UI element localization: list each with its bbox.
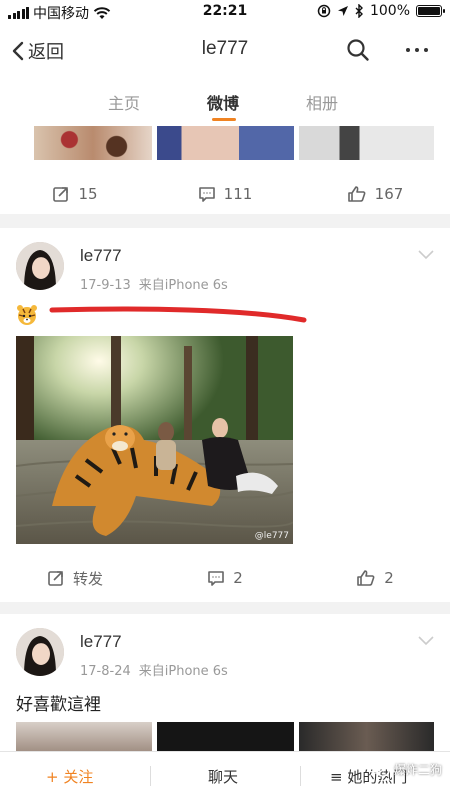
divider: [150, 766, 151, 786]
red-highlight-underline: [49, 306, 307, 323]
more-options-button[interactable]: [406, 48, 428, 52]
chat-button[interactable]: 聊天: [208, 766, 238, 787]
repost-button[interactable]: 转发: [0, 558, 150, 598]
tiger-emoji-icon: [17, 305, 37, 325]
post-actions: 15 111 167: [0, 174, 450, 214]
comment-icon: [198, 187, 215, 202]
thumbs-up-icon: [347, 186, 366, 202]
like-count: 2: [384, 569, 394, 587]
previous-post-card: 15 111 167: [0, 126, 450, 214]
repost-icon: [48, 571, 63, 586]
divider: [300, 766, 301, 786]
tab-album[interactable]: 相册: [306, 90, 338, 114]
photo-thumbnail[interactable]: [299, 126, 434, 160]
active-tab-indicator: [212, 118, 236, 121]
post-meta: 17-9-13 来自iPhone 6s: [80, 274, 228, 293]
post-username[interactable]: le777: [80, 246, 122, 266]
page-title: le777: [201, 38, 249, 59]
repost-label: 转发: [72, 569, 103, 588]
photo-thumbnail[interactable]: [157, 722, 294, 752]
search-icon: [347, 39, 369, 61]
profile-tabs: 主页 微博 相册: [0, 76, 450, 126]
avatar[interactable]: [16, 628, 64, 676]
like-button[interactable]: 2: [300, 558, 450, 598]
post-username[interactable]: le777: [80, 632, 122, 652]
comment-icon: [208, 571, 225, 586]
post-photo[interactable]: @le777: [16, 336, 293, 544]
follow-button[interactable]: + 关注: [46, 766, 93, 787]
post-source: 来自iPhone 6s: [138, 278, 228, 293]
photo-watermark: @le777: [254, 531, 289, 541]
rotation-lock-icon: [317, 4, 331, 18]
post-source: 来自iPhone 6s: [138, 664, 228, 679]
post-date: 17-9-13: [80, 278, 131, 293]
tab-weibo[interactable]: 微博: [207, 90, 239, 114]
wechat-logo-icon: [367, 760, 390, 777]
thumbs-up-icon: [357, 570, 375, 586]
post-date: 17-8-24: [80, 664, 131, 679]
post-card: le777 17-9-13 来自iPhone 6s @le777 转发 2 2: [0, 228, 450, 602]
overlay-watermark: 爆炸二狗: [367, 760, 442, 778]
comment-button[interactable]: 111: [150, 174, 300, 214]
photo-thumbnail[interactable]: [16, 722, 152, 752]
status-bar: 中国移动 22:21 100%: [0, 0, 450, 24]
comment-count: 2: [233, 569, 243, 587]
battery-icon: [416, 5, 445, 17]
battery-percent: 100%: [369, 3, 410, 19]
location-arrow-icon: [337, 6, 348, 16]
avatar[interactable]: [16, 242, 64, 290]
repost-button[interactable]: 15: [0, 174, 150, 214]
search-button[interactable]: [346, 38, 370, 66]
post-text: 好喜歡這裡: [16, 695, 101, 715]
post-meta: 17-8-24 来自iPhone 6s: [80, 660, 228, 679]
watermark-text: 爆炸二狗: [393, 762, 442, 777]
navigation-bar: 返回 le777: [0, 24, 450, 76]
repost-icon: [53, 187, 69, 202]
comment-count: 111: [223, 185, 253, 203]
like-count: 167: [374, 185, 404, 203]
chevron-down-icon[interactable]: [418, 636, 434, 646]
chevron-down-icon[interactable]: [418, 250, 434, 260]
comment-button[interactable]: 2: [150, 558, 300, 598]
repost-count: 15: [78, 185, 98, 203]
post-actions: 转发 2 2: [0, 558, 450, 598]
photo-thumbnail[interactable]: [157, 126, 294, 160]
photo-thumbnail[interactable]: [299, 722, 434, 752]
like-button[interactable]: 167: [300, 174, 450, 214]
tab-home[interactable]: 主页: [108, 90, 140, 114]
photo-tiger-scene: [16, 336, 293, 544]
bluetooth-icon: [355, 4, 363, 18]
photo-thumbnail[interactable]: [34, 126, 152, 160]
